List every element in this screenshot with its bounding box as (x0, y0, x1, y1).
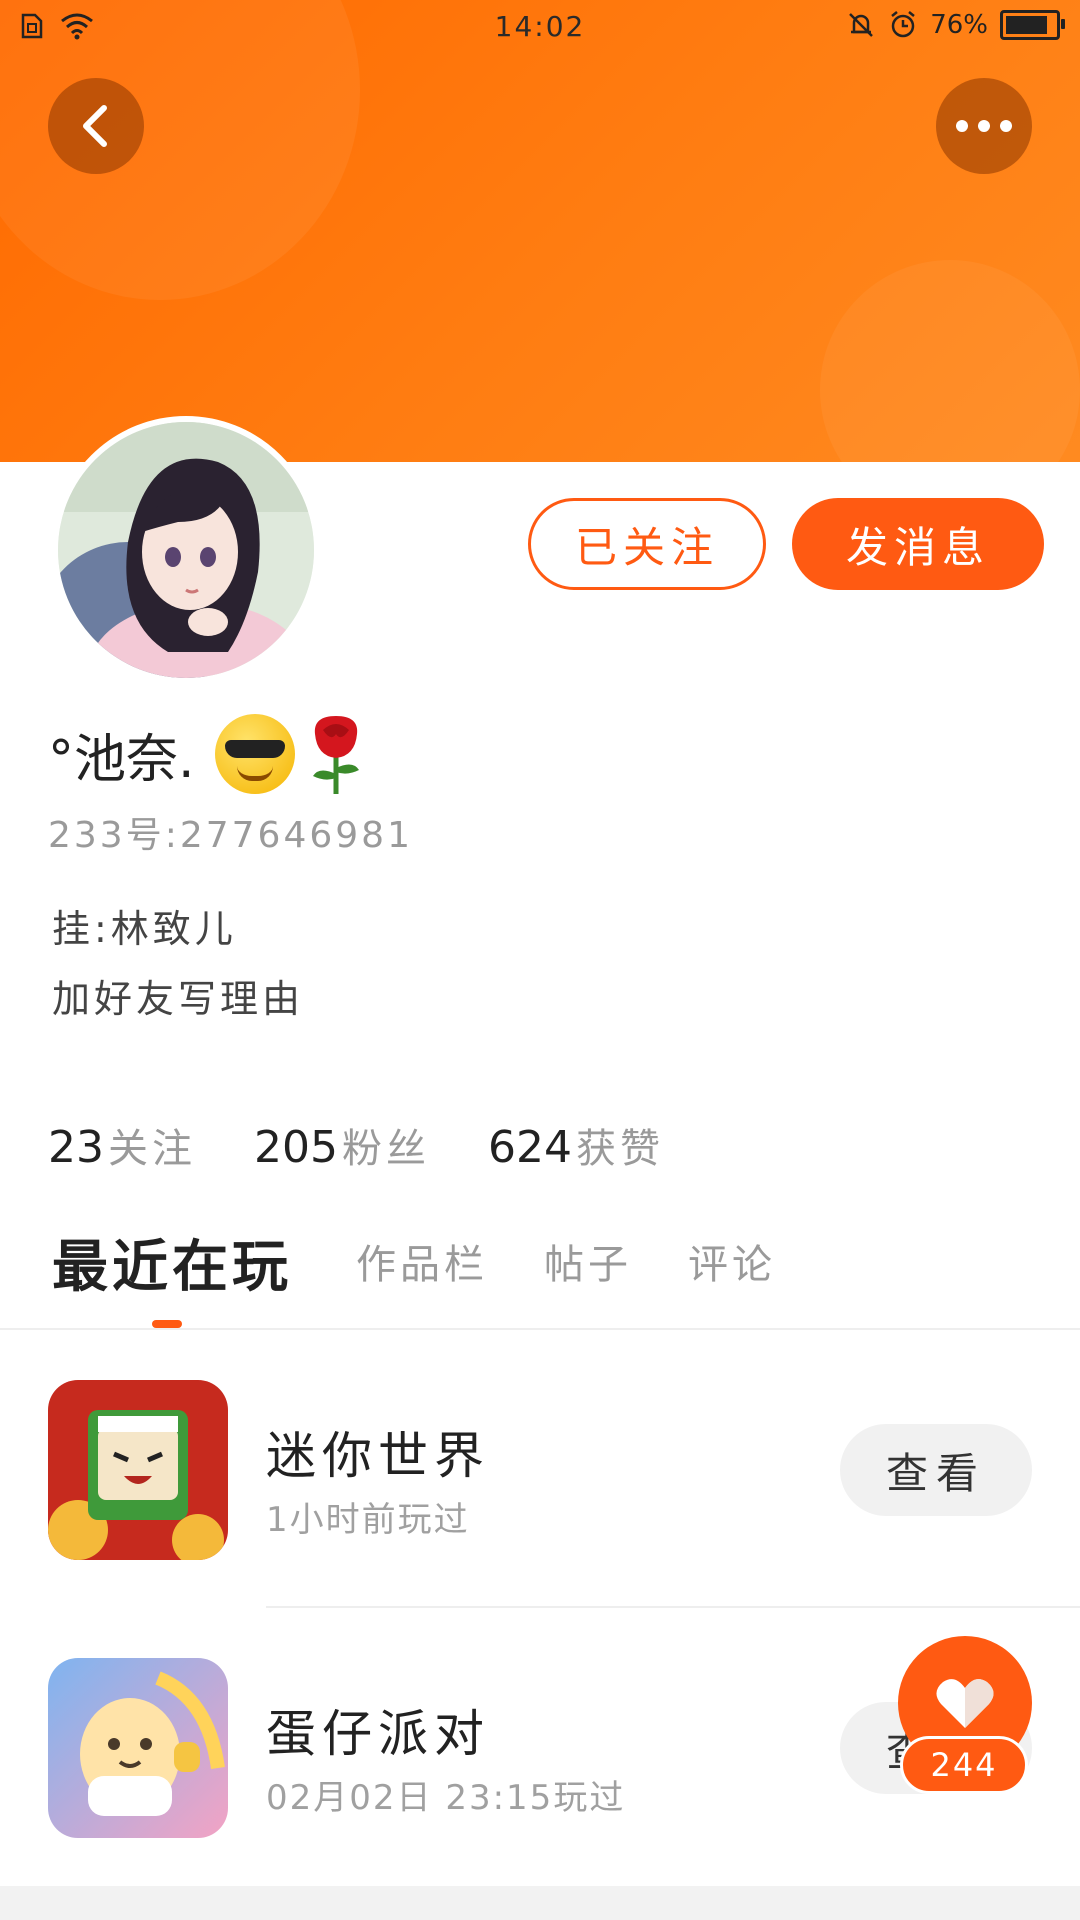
stat-number: 23 (48, 1122, 104, 1173)
stat-label: 获赞 (575, 1126, 664, 1172)
sunglasses-emoji (214, 714, 295, 794)
nickname-row: °池奈. (48, 712, 367, 796)
status-right-icons: 76% (846, 10, 1065, 40)
tab-works[interactable]: 作品栏 (356, 1232, 488, 1290)
stat-label: 关注 (108, 1126, 196, 1172)
list-item[interactable]: 迷你世界 1小时前玩过 查看 (0, 1380, 1080, 1580)
like-count: 244 (900, 1736, 1028, 1794)
user-id: 233号:277646981 (48, 815, 413, 856)
stats-row: 23 关注 205 粉丝 624 获赞 (48, 1116, 664, 1174)
banner-decoration (820, 260, 1080, 462)
rose-emoji (312, 716, 359, 794)
stat-number: 624 (487, 1122, 572, 1173)
stat-likes[interactable]: 624 获赞 (488, 1116, 664, 1174)
game-name: 蛋仔派对 (266, 1705, 490, 1763)
game-icon (48, 1380, 228, 1560)
stat-number: 205 (254, 1122, 338, 1173)
battery-percent: 76% (930, 10, 988, 40)
tab-comments[interactable]: 评论 (688, 1232, 776, 1290)
more-button[interactable] (936, 78, 1032, 174)
eggy-party-icon (48, 1658, 228, 1838)
send-message-button[interactable]: 发消息 (792, 498, 1044, 590)
chevron-left-icon (83, 105, 107, 147)
tab-active-indicator (152, 1320, 182, 1328)
back-button[interactable] (48, 78, 144, 174)
more-dots-icon (956, 120, 1012, 132)
avatar-image (58, 422, 314, 678)
alarm-icon (891, 11, 915, 38)
stat-label: 粉丝 (341, 1126, 430, 1172)
heart-icon (936, 1679, 994, 1728)
game-last-played: 02月02日 23:15玩过 (266, 1778, 626, 1818)
profile-header-banner (0, 0, 1080, 462)
bio-line: 挂:林致儿 (52, 907, 237, 951)
followed-button[interactable]: 已关注 (528, 498, 766, 590)
game-last-played: 1小时前玩过 (266, 1500, 470, 1540)
bio-line: 加好友写理由 (52, 977, 305, 1021)
divider (266, 1606, 1080, 1608)
nickname: °池奈. (48, 729, 195, 790)
tab-bar: 最近在玩 作品栏 帖子 评论 (0, 1222, 1080, 1330)
bottom-bar (0, 1886, 1080, 1920)
game-name: 迷你世界 (266, 1427, 490, 1485)
tab-posts[interactable]: 帖子 (544, 1232, 632, 1290)
mute-bell-icon (849, 13, 874, 37)
status-bar: 14:02 76% (0, 0, 1080, 52)
stat-following[interactable]: 23 关注 (48, 1116, 196, 1174)
battery-icon (1000, 10, 1065, 40)
view-button[interactable]: 查看 (840, 1424, 1032, 1516)
avatar[interactable] (52, 416, 320, 684)
mini-world-icon (48, 1380, 228, 1560)
tab-recent-played[interactable]: 最近在玩 (52, 1222, 292, 1303)
stat-fans[interactable]: 205 粉丝 (254, 1116, 430, 1174)
game-icon (48, 1658, 228, 1838)
